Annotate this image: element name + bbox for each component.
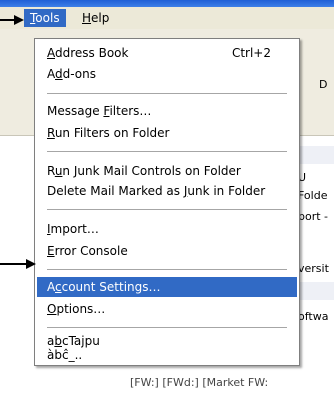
background-toolbar-text: D: [319, 78, 328, 91]
menu-bar: Tools Help: [0, 7, 334, 29]
menu-item-label: Delete Mail Marked as Junk in Folder: [47, 184, 266, 198]
menu-item-label: Import…: [47, 222, 99, 236]
menu-item-account-settings[interactable]: Account Settings…: [37, 277, 297, 297]
background-row-fragment: port -: [298, 210, 329, 223]
background-bottom-row: [FW:] [FWd:] [Market FW:: [130, 376, 269, 389]
menu-help-accel: H: [82, 11, 92, 25]
menu-item-options[interactable]: Options…: [37, 299, 297, 319]
menu-tools-label: ools: [35, 11, 60, 25]
background-row-fragment: Folde: [298, 189, 328, 202]
menu-item-run-junk-controls[interactable]: Run Junk Mail Controls on Folder: [37, 161, 297, 181]
menu-item-address-book[interactable]: Address Book Ctrl+2: [37, 43, 297, 63]
menu-item-label: Options…: [47, 302, 106, 316]
menu-item-label: Run Filters on Folder: [47, 126, 170, 140]
menu-item-abc-submenu[interactable]: àbĉ_..: [37, 345, 297, 365]
tools-dropdown-menu: Address Book Ctrl+2 Add-ons Message Filt…: [34, 38, 300, 366]
window-titlebar: [0, 0, 334, 7]
background-row-fragment: versit: [298, 262, 329, 275]
background-row-fragment: oftwa: [298, 310, 329, 323]
menu-item-label: Account Settings…: [47, 280, 161, 294]
menu-separator: [47, 269, 287, 270]
menu-item-add-ons[interactable]: Add-ons: [37, 64, 297, 84]
menu-item-delete-junk[interactable]: Delete Mail Marked as Junk in Folder: [37, 181, 297, 201]
menu-separator: [47, 93, 287, 94]
menu-item-label: Add-ons: [47, 67, 96, 81]
menu-item-label: Error Console: [47, 244, 128, 258]
menu-help-label: elp: [91, 11, 110, 25]
menu-separator: [47, 209, 287, 210]
menu-separator: [47, 151, 287, 152]
menu-item-import[interactable]: Import…: [37, 219, 297, 239]
menu-separator: [47, 327, 287, 328]
menu-item-label: Run Junk Mail Controls on Folder: [47, 164, 241, 178]
menu-item-message-filters[interactable]: Message Filters…: [37, 101, 297, 121]
menu-item-label: àbĉ_..: [47, 348, 83, 362]
background-stripe: [298, 146, 334, 164]
menu-item-label: Address Book: [47, 46, 129, 60]
menu-item-label: Message Filters…: [47, 104, 152, 118]
menu-tools[interactable]: Tools: [24, 9, 66, 27]
background-row-fragment: U: [298, 171, 307, 184]
background-stripe: [298, 282, 334, 300]
menu-item-error-console[interactable]: Error Console: [37, 241, 297, 261]
menu-item-run-filters[interactable]: Run Filters on Folder: [37, 123, 297, 143]
menu-item-shortcut: Ctrl+2: [231, 46, 271, 60]
menu-help[interactable]: Help: [76, 9, 115, 27]
